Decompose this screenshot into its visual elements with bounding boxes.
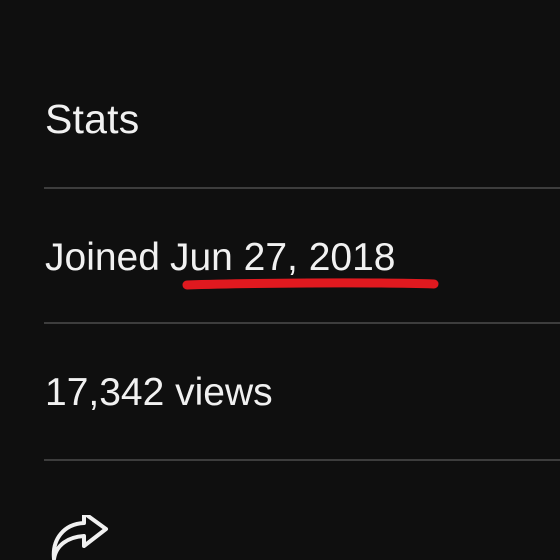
stats-heading: Stats [45,96,140,142]
joined-label: Joined [45,236,160,279]
divider [44,322,560,324]
joined-date-value: Jun 27, 2018 [169,236,396,279]
joined-date-row: Joined Jun 27, 2018 [45,234,395,282]
share-arrow-icon [51,515,108,560]
channel-stats-panel: Stats Joined Jun 27, 2018 17,342 views [0,0,560,560]
underline-stroke [182,278,439,290]
divider [44,459,560,461]
divider [44,187,560,189]
view-count: 17,342 views [45,371,273,414]
red-underline-annotation [182,278,439,290]
share-button[interactable] [48,515,112,560]
